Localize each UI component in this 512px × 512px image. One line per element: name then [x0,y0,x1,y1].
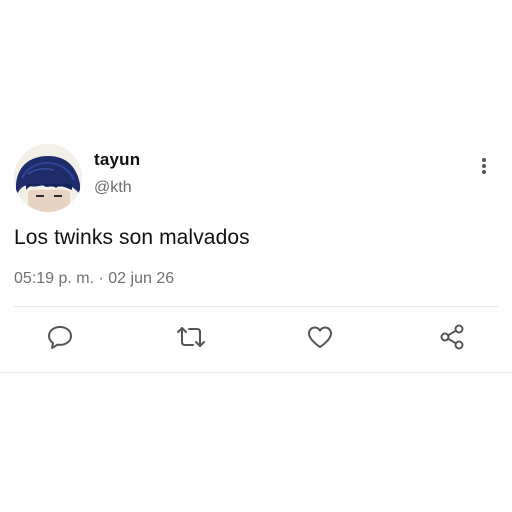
timestamp-separator: · [98,270,104,287]
share-icon [438,323,466,356]
tweet-text: Los twinks son malvados [14,226,250,249]
author-handle[interactable]: @kth [94,179,132,197]
heart-icon [306,324,334,355]
avatar[interactable] [14,144,82,212]
share-button[interactable] [436,323,468,356]
author-name[interactable]: tayun [94,150,140,170]
tweet-date: 02 jun 26 [108,270,175,287]
tweet-time: 05:19 p. m. [14,270,95,287]
tweet-card: tayun @kth Los twinks son malvados 05:19… [0,136,512,373]
like-button[interactable] [304,325,336,353]
more-options-button[interactable] [470,154,498,182]
more-vertical-icon [481,157,487,180]
retweet-icon [175,324,207,355]
reply-button[interactable] [44,325,76,353]
divider [14,306,498,307]
comment-icon [46,324,74,355]
tweet-timestamp: 05:19 p. m. · 02 jun 26 [14,270,174,288]
retweet-button[interactable] [175,325,207,353]
